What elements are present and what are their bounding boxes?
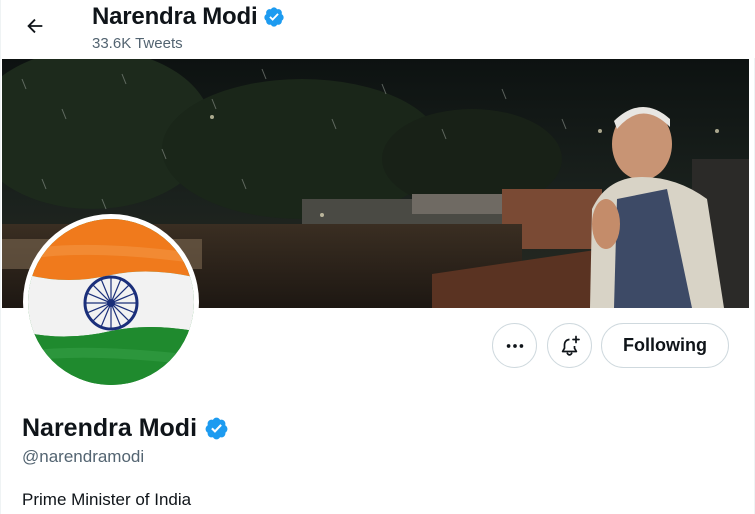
header-name: Narendra Modi (92, 3, 258, 30)
tweet-count: 33.6K Tweets (92, 35, 183, 52)
more-horizontal-icon (506, 343, 523, 348)
profile-name: Narendra Modi (22, 414, 198, 442)
verified-badge-icon (263, 6, 285, 28)
profile-header-bar: Narendra Modi 33.6K Tweets (1, 0, 755, 58)
more-options-button[interactable] (492, 323, 537, 368)
profile-bio: Prime Minister of India (22, 490, 192, 509)
following-button[interactable]: Following (601, 323, 729, 368)
profile-avatar[interactable] (23, 214, 199, 390)
bell-plus-icon (561, 335, 580, 356)
verified-badge-icon (204, 416, 229, 441)
back-button[interactable] (15, 6, 55, 46)
back-arrow-icon (27, 18, 43, 34)
profile-name-row: Narendra Modi (22, 414, 229, 443)
profile-page: Narendra Modi 33.6K Tweets Following Nar… (0, 0, 755, 514)
notifications-button[interactable] (547, 323, 592, 368)
avatar-flag-image (28, 219, 194, 385)
profile-handle: @narendramodi (22, 447, 145, 466)
header-title-row: Narendra Modi (92, 3, 285, 31)
